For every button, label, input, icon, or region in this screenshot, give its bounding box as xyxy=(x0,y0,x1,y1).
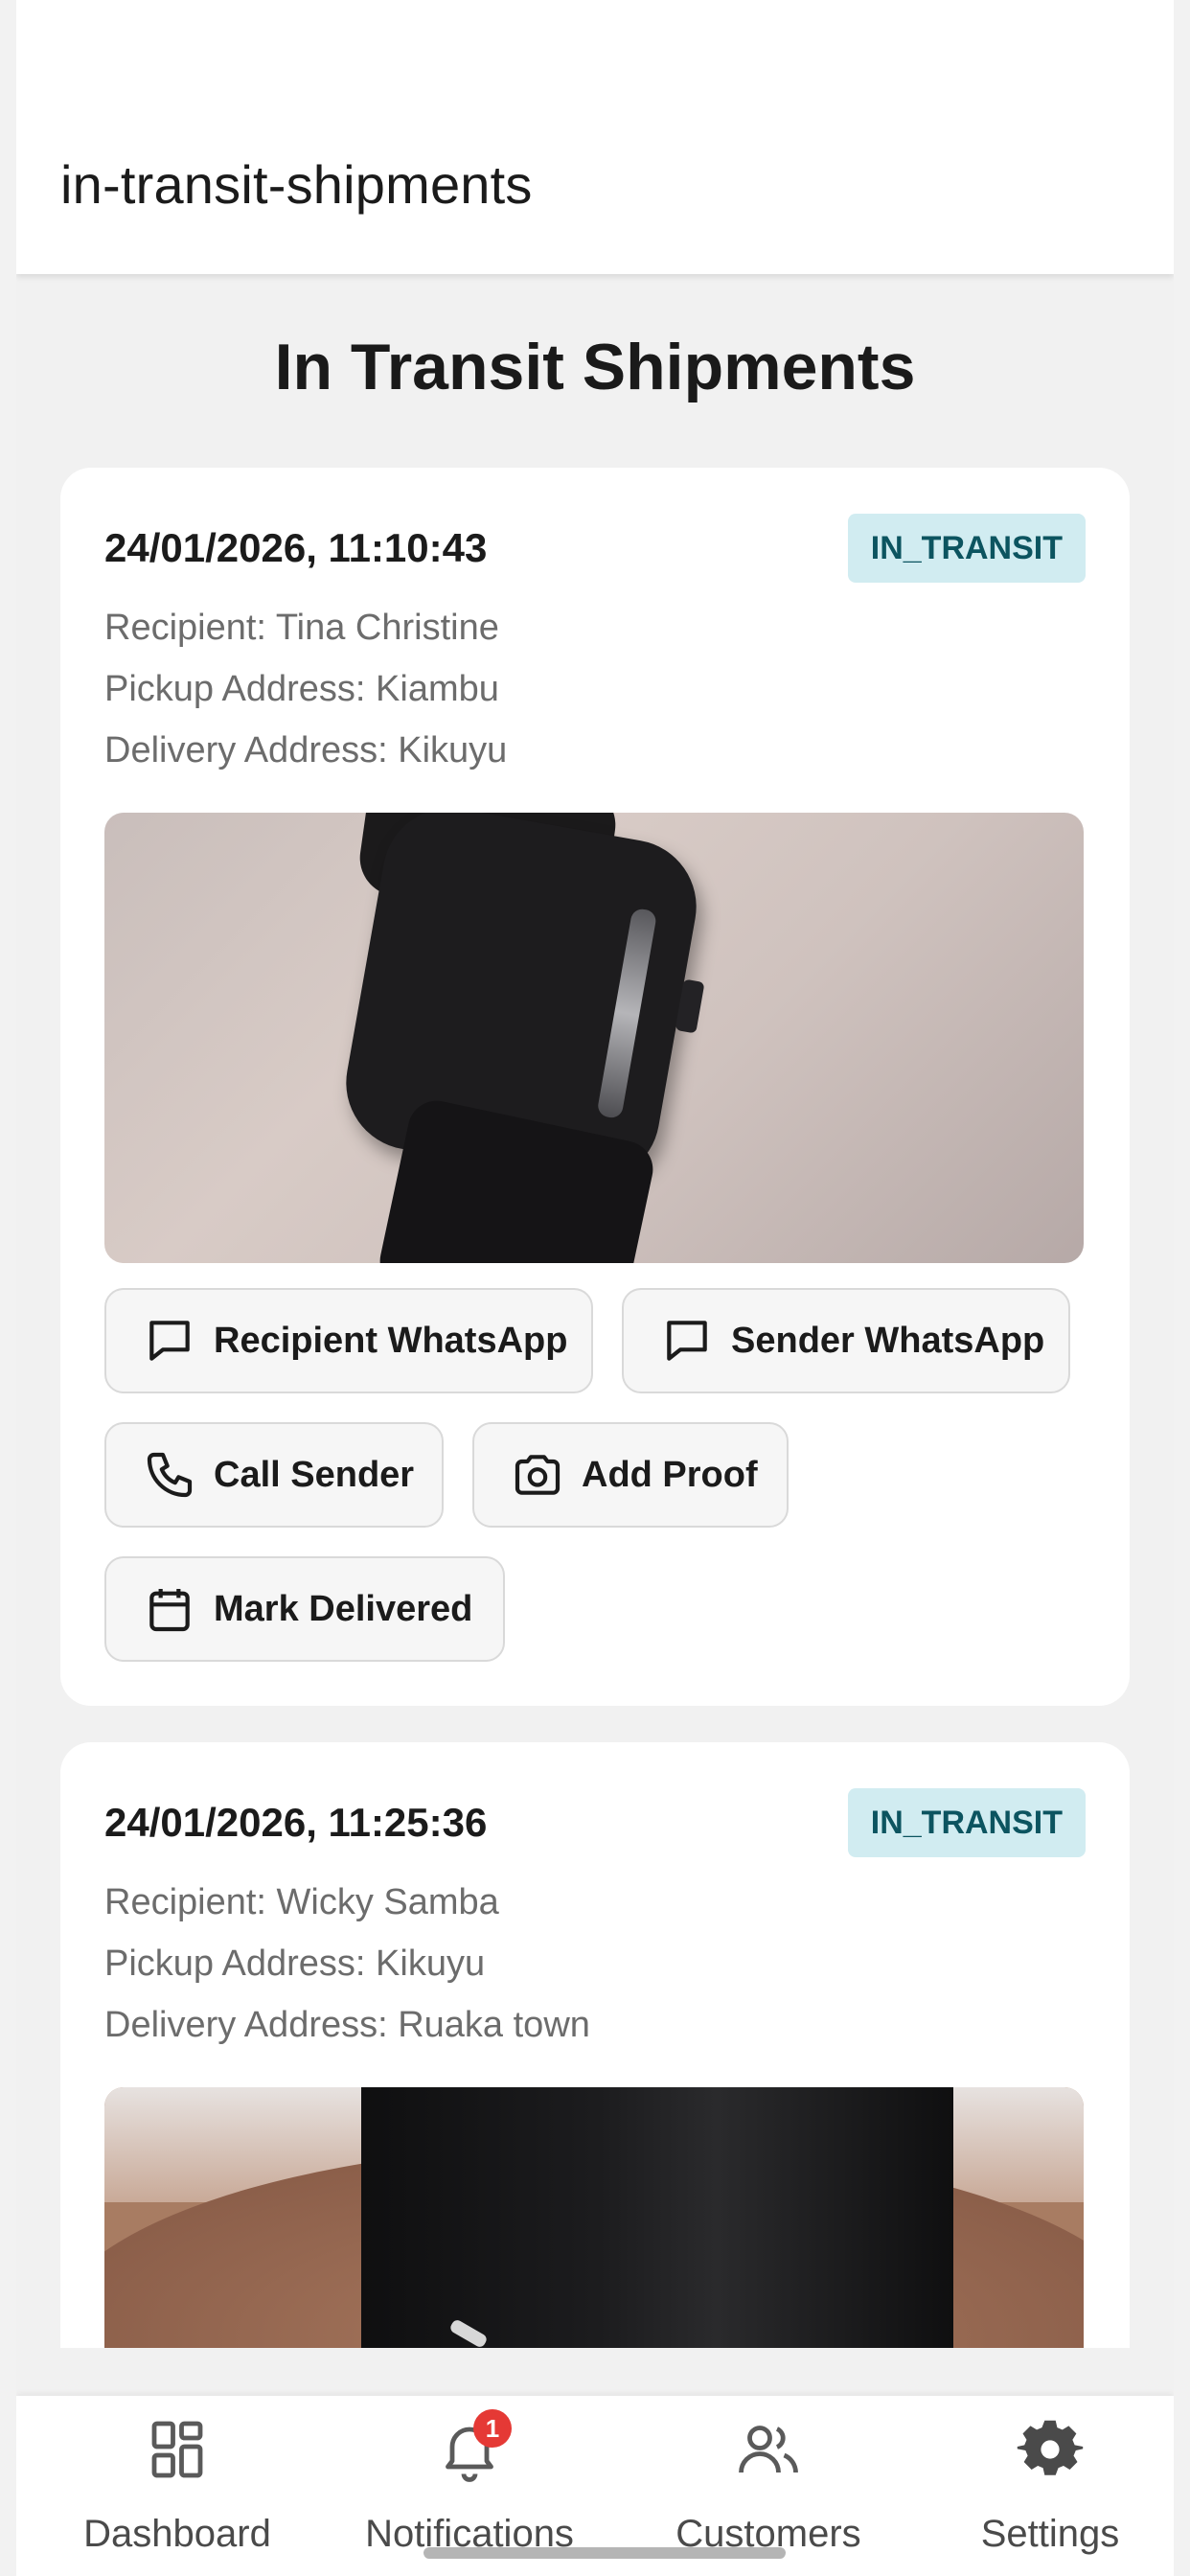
sender-whatsapp-button[interactable]: Sender WhatsApp xyxy=(622,1288,1070,1393)
message-square-icon xyxy=(143,1314,196,1368)
shipments-list[interactable]: In Transit Shipments 24/01/2026, 11:10:4… xyxy=(16,274,1174,2348)
mark-delivered-label: Mark Delivered xyxy=(214,1588,473,1629)
calendar-icon xyxy=(143,1582,196,1636)
gear-icon xyxy=(1016,2415,1085,2484)
grid-icon xyxy=(143,2415,212,2484)
delivery-address-text: Delivery Address: Kikuyu xyxy=(104,730,508,770)
package-photo[interactable] xyxy=(104,2087,1084,2348)
call-sender-button[interactable]: Call Sender xyxy=(104,1422,444,1528)
page-title: In Transit Shipments xyxy=(274,331,916,403)
recipient-whatsapp-label: Recipient WhatsApp xyxy=(214,1320,568,1361)
pickup-address-text: Pickup Address: Kiambu xyxy=(104,669,499,709)
sender-whatsapp-label: Sender WhatsApp xyxy=(731,1320,1045,1361)
nav-dashboard-label: Dashboard xyxy=(83,2513,271,2555)
home-indicator[interactable] xyxy=(423,2547,786,2559)
recipient-text: Recipient: Wicky Samba xyxy=(104,1882,499,1922)
phone-icon xyxy=(143,1448,196,1502)
notification-count-badge: 1 xyxy=(473,2409,512,2448)
add-proof-button[interactable]: Add Proof xyxy=(472,1422,789,1528)
delivery-address-text: Delivery Address: Ruaka town xyxy=(104,2005,590,2045)
nav-dashboard[interactable]: Dashboard xyxy=(62,2396,292,2576)
shipment-card[interactable]: 24/01/2026, 11:10:43 IN_TRANSIT Recipien… xyxy=(60,468,1130,1706)
app-screen: in-transit-shipments In Transit Shipment… xyxy=(16,0,1174,2576)
app-bar-title: in-transit-shipments xyxy=(60,154,533,215)
message-square-icon xyxy=(660,1314,714,1368)
bottle-shape xyxy=(361,2087,953,2348)
users-icon xyxy=(734,2415,803,2484)
add-proof-label: Add Proof xyxy=(582,1454,758,1495)
call-sender-label: Call Sender xyxy=(214,1454,415,1495)
nav-settings-label: Settings xyxy=(980,2513,1120,2555)
status-badge: IN_TRANSIT xyxy=(847,1788,1086,1857)
camera-icon xyxy=(511,1448,564,1502)
recipient-whatsapp-button[interactable]: Recipient WhatsApp xyxy=(104,1288,593,1393)
status-badge: IN_TRANSIT xyxy=(847,514,1086,583)
shipment-card[interactable]: 24/01/2026, 11:25:36 IN_TRANSIT Recipien… xyxy=(60,1742,1130,2348)
nav-settings[interactable]: Settings xyxy=(930,2396,1170,2576)
shipment-datetime: 24/01/2026, 11:25:36 xyxy=(104,1800,488,1845)
recipient-text: Recipient: Tina Christine xyxy=(104,608,499,648)
package-photo[interactable] xyxy=(104,813,1084,1263)
app-bar: in-transit-shipments xyxy=(16,0,1174,274)
mark-delivered-button[interactable]: Mark Delivered xyxy=(104,1556,505,1662)
shipment-datetime: 24/01/2026, 11:10:43 xyxy=(104,525,488,570)
pickup-address-text: Pickup Address: Kikuyu xyxy=(104,1944,486,1984)
bell-icon: 1 xyxy=(435,2409,512,2484)
